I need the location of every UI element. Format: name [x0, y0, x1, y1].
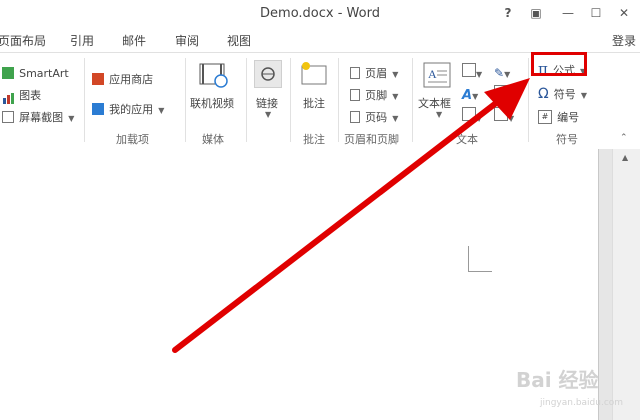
baidu-watermark-logo: Bai 经验 [516, 368, 599, 392]
annotation-arrow [172, 78, 530, 353]
baidu-watermark-url: jingyan.baidu.com [540, 398, 624, 408]
